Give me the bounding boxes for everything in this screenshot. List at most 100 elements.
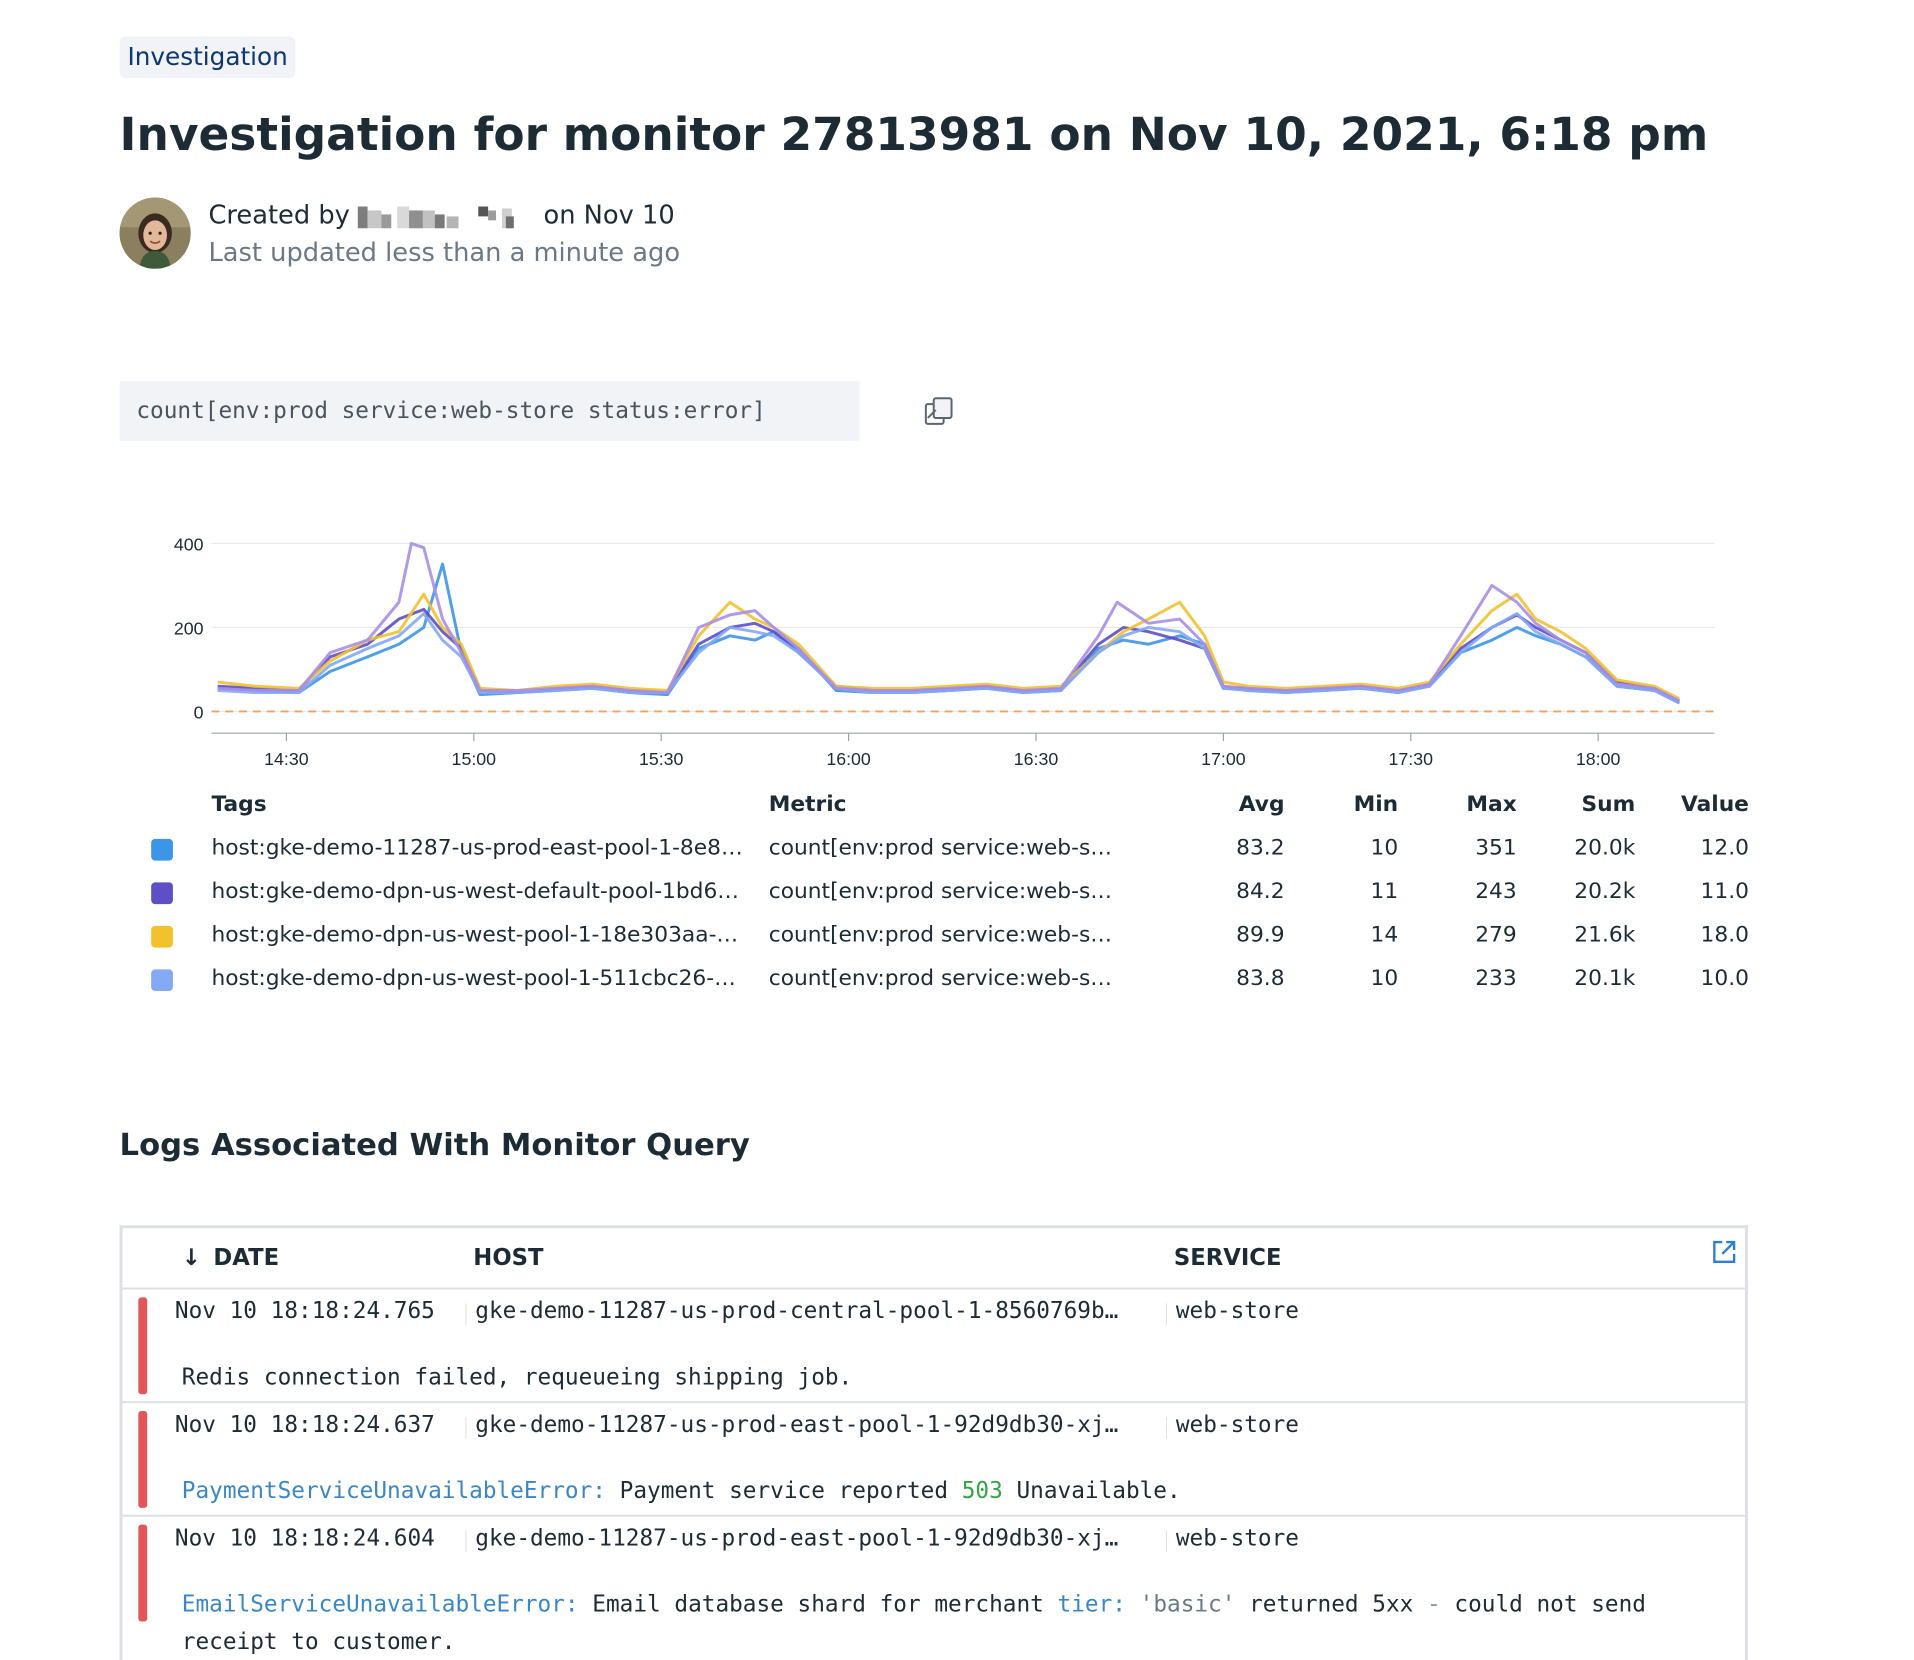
error-status-bar <box>138 1411 148 1508</box>
y-tick-label: 400 <box>174 534 204 554</box>
log-host: gke-demo-11287-us-prod-central-pool-1-85… <box>475 1298 1119 1325</box>
x-tick-label: 17:30 <box>1389 749 1434 769</box>
legend-header-tags: Tags <box>211 792 267 818</box>
x-tick-label: 16:00 <box>826 749 871 769</box>
legend-color-swatch <box>151 882 173 905</box>
legend-min: 10 <box>1370 966 1399 992</box>
column-separator <box>465 1303 467 1326</box>
column-header-host[interactable]: HOST <box>473 1228 543 1287</box>
column-separator <box>1165 1416 1167 1439</box>
legend-header: Tags Metric Avg Min Max Sum Value <box>148 784 1748 827</box>
log-host: gke-demo-11287-us-prod-east-pool-1-92d9d… <box>475 1411 1119 1438</box>
column-header-service[interactable]: SERVICE <box>1174 1228 1282 1287</box>
legend-header-sum: Sum <box>1581 792 1636 818</box>
legend-header-value: Value <box>1680 792 1749 818</box>
log-row[interactable]: Nov 10 18:18:24.637 gke-demo-11287-us-pr… <box>122 1403 1745 1517</box>
query-text: count[env:prod service:web-store status:… <box>136 398 766 424</box>
query-box: count[env:prod service:web-store status:… <box>119 381 953 441</box>
legend-header-max: Max <box>1466 792 1517 818</box>
copy-icon[interactable] <box>922 393 958 429</box>
creator-avatar <box>119 197 191 269</box>
legend-header-avg: Avg <box>1238 792 1285 818</box>
legend-avg: 84.2 <box>1236 879 1285 905</box>
log-attribute-value: 'basic' <box>1139 1591 1236 1618</box>
external-link-icon[interactable] <box>1711 1228 1737 1263</box>
legend-color-swatch <box>151 969 173 992</box>
error-status-bar <box>138 1297 148 1395</box>
legend-tag: host:gke-demo-dpn-us-west-pool-1-18e303a… <box>211 922 746 948</box>
legend-min: 11 <box>1370 879 1399 905</box>
legend-min: 14 <box>1370 922 1399 948</box>
log-row[interactable]: Nov 10 18:18:24.604 gke-demo-11287-us-pr… <box>123 1517 1745 1660</box>
log-message-text: Unavailable. <box>1016 1478 1181 1504</box>
legend-max: 279 <box>1475 922 1517 948</box>
created-by-label: Created by <box>208 200 350 231</box>
legend-color-swatch <box>151 838 173 861</box>
logs-table-header: ↓ DATE HOST SERVICE <box>122 1228 1745 1290</box>
legend-row[interactable]: host:gke-demo-dpn-us-west-pool-1-511cbc2… <box>148 957 1749 1000</box>
legend-metric: count[env:prod service:web-sto... <box>768 879 1115 905</box>
investigation-badge: Investigation <box>119 36 296 79</box>
column-separator <box>1165 1530 1167 1553</box>
log-date: Nov 10 18:18:24.765 <box>174 1298 435 1325</box>
log-message: Redis connection failed, requeueing ship… <box>182 1359 1723 1397</box>
x-tick-label: 14:30 <box>264 749 309 769</box>
log-exception-name: PaymentServiceUnavailableError: <box>181 1478 606 1504</box>
legend-avg: 83.8 <box>1236 966 1285 992</box>
legend-max: 243 <box>1475 879 1517 905</box>
x-tick-label: 16:30 <box>1014 749 1059 769</box>
created-by-text: Created by on Nov 10 <box>208 198 674 234</box>
legend-color-swatch <box>151 925 173 948</box>
legend-value: 11.0 <box>1700 879 1749 905</box>
redacted-username <box>357 202 536 230</box>
log-row[interactable]: Nov 10 18:18:24.765 gke-demo-11287-us-pr… <box>122 1289 1745 1404</box>
legend-value: 10.0 <box>1700 966 1749 992</box>
x-tick-label: 18:00 <box>1576 749 1621 769</box>
sort-arrow-down-icon[interactable]: ↓ <box>182 1228 201 1287</box>
log-dash: - <box>1427 1591 1441 1618</box>
log-message-text: Payment service reported <box>619 1478 949 1504</box>
legend-row[interactable]: host:gke-demo-dpn-us-west-default-pool-1… <box>148 871 1749 914</box>
y-tick-label: 200 <box>174 618 204 638</box>
column-header-date[interactable]: DATE <box>213 1228 279 1287</box>
legend-row[interactable]: host:gke-demo-dpn-us-west-pool-1-18e303a… <box>148 914 1749 957</box>
column-separator <box>465 1530 467 1553</box>
log-message-text: returned 5xx <box>1249 1591 1414 1618</box>
legend-tag: host:gke-demo-11287-us-prod-east-pool-1-… <box>211 835 746 861</box>
legend-header-metric: Metric <box>768 792 847 818</box>
legend-max: 233 <box>1475 966 1517 992</box>
series-line <box>217 541 1681 703</box>
legend-max: 351 <box>1475 835 1517 861</box>
page-title: Investigation for monitor 27813981 on No… <box>119 107 1709 162</box>
legend-tag: host:gke-demo-dpn-us-west-default-pool-1… <box>211 879 746 905</box>
log-message-text: Email database shard for merchant <box>592 1591 1044 1618</box>
legend-tag: host:gke-demo-dpn-us-west-pool-1-511cbc2… <box>211 966 746 992</box>
log-service: web-store <box>1175 1525 1299 1552</box>
legend-sum: 20.0k <box>1574 835 1636 861</box>
error-status-bar <box>138 1524 148 1622</box>
log-service: web-store <box>1175 1298 1299 1325</box>
series-line <box>217 592 1681 701</box>
log-message: PaymentServiceUnavailableError: Payment … <box>182 1472 1723 1510</box>
log-attribute-key: tier: <box>1057 1591 1126 1618</box>
logs-section-title: Logs Associated With Monitor Query <box>119 1127 750 1163</box>
created-date: on Nov 10 <box>543 200 675 231</box>
legend-value: 18.0 <box>1700 922 1749 948</box>
column-separator <box>465 1416 467 1439</box>
timeseries-chart: 0 200 400 14:30 15:00 15:30 16:00 16:30 17:00 17:… <box>174 534 1715 769</box>
legend-sum: 20.2k <box>1574 879 1636 905</box>
x-tick-label: 15:00 <box>452 749 497 769</box>
legend-sum: 21.6k <box>1574 922 1636 948</box>
legend-avg: 83.2 <box>1236 835 1285 861</box>
legend-avg: 89.9 <box>1236 922 1285 948</box>
last-updated-text: Last updated less than a minute ago <box>208 238 681 268</box>
x-tick-label: 17:00 <box>1201 749 1246 769</box>
log-service: web-store <box>1175 1411 1299 1438</box>
legend-value: 12.0 <box>1700 835 1749 861</box>
legend-sum: 20.1k <box>1574 966 1636 992</box>
log-exception-name: EmailServiceUnavailableError: <box>181 1591 579 1618</box>
legend-row[interactable]: host:gke-demo-11287-us-prod-east-pool-1-… <box>148 827 1749 870</box>
log-message-text: Redis connection failed, requeueing ship… <box>181 1364 853 1391</box>
legend-metric: count[env:prod service:web-sto... <box>768 835 1115 861</box>
log-date: Nov 10 18:18:24.604 <box>174 1525 435 1552</box>
